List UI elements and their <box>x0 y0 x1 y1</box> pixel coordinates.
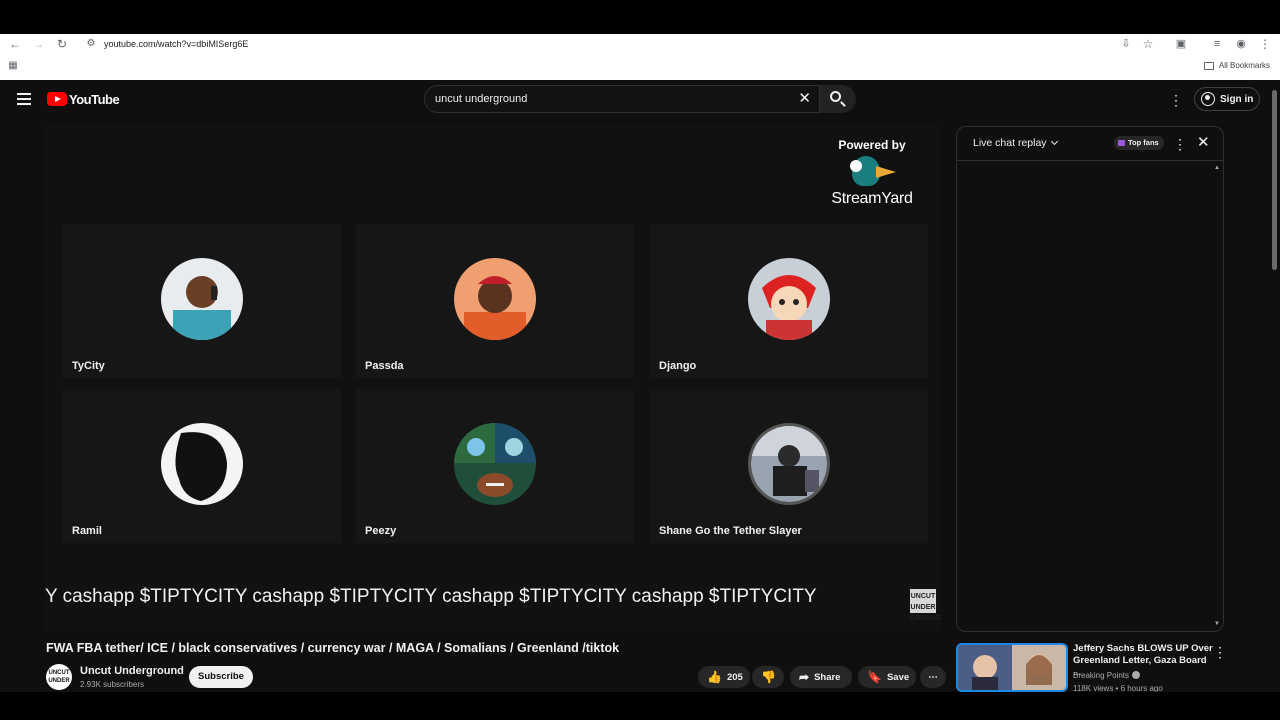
participant-tile: TyCity <box>63 224 341 378</box>
media-controls-icon[interactable]: ≡ <box>1210 36 1224 52</box>
youtube-logo[interactable]: YouTube <box>47 91 120 107</box>
menu-icon[interactable] <box>17 93 31 105</box>
participant-tile: Passda <box>356 224 634 378</box>
scroll-down-arrow-icon[interactable]: ▼ <box>1214 621 1220 627</box>
bookmark-icon: 🔖 <box>867 670 882 684</box>
subscriber-count: 2.93K subscribers <box>80 680 145 689</box>
participant-name: Shane Go the Tether Slayer <box>659 525 802 537</box>
close-chat-icon[interactable]: ✕ <box>1197 135 1210 150</box>
recommendation-more-icon[interactable]: ⋮ <box>1213 645 1227 659</box>
participant-avatar <box>454 423 536 505</box>
scrolling-ticker: Y cashapp $TIPTYCITY cashapp $TIPTYCITY … <box>45 586 817 607</box>
participant-tile: Shane Go the Tether Slayer <box>650 389 928 543</box>
all-bookmarks-link[interactable]: All Bookmarks <box>1219 59 1270 73</box>
share-label: Share <box>814 671 841 683</box>
like-count: 205 <box>726 671 743 683</box>
save-label: Save <box>886 671 910 683</box>
page-scrollbar[interactable] <box>1272 90 1277 270</box>
sign-in-label: Sign in <box>1220 93 1254 105</box>
browser-toolbar: ← → ↻ ⚙ youtube.com/watch?v=dbiMISerg6E … <box>0 36 1280 52</box>
live-chat-panel: Live chat replay Top fans ⋮ ✕ ▲ ▼ <box>956 126 1224 632</box>
search-button[interactable] <box>820 85 856 113</box>
reload-icon[interactable]: ↻ <box>55 36 69 52</box>
bookmark-star-icon[interactable]: ☆ <box>1141 36 1155 52</box>
folder-icon <box>1204 62 1214 70</box>
channel-avatar[interactable]: UNCUT UNDER <box>46 664 72 690</box>
chat-more-icon[interactable]: ⋮ <box>1173 137 1187 151</box>
streamyard-text: StreamYard <box>831 190 913 207</box>
browser-chrome: ← → ↻ ⚙ youtube.com/watch?v=dbiMISerg6E … <box>0 34 1280 80</box>
settings-more-icon[interactable]: ⋮ <box>1169 93 1183 107</box>
browser-menu-icon[interactable]: ⋮ <box>1258 36 1272 52</box>
recommendation-thumbnail[interactable] <box>956 643 1068 692</box>
participant-name: Peezy <box>365 525 397 537</box>
site-info-icon[interactable]: ⚙ <box>84 36 98 52</box>
video-title: FWA FBA tether/ ICE / black conservative… <box>46 641 620 655</box>
search-box[interactable]: uncut underground ✕ <box>424 85 820 113</box>
apps-grid-icon[interactable]: ▦ <box>6 58 20 74</box>
video-player[interactable]: Powered by StreamYard TyCity Passda Djan… <box>45 124 941 632</box>
duck-beak <box>876 166 896 178</box>
verified-icon <box>1132 671 1141 679</box>
chevron-down-icon <box>1050 137 1058 146</box>
install-icon[interactable]: ⇩ <box>1119 36 1133 52</box>
powered-by-label: Powered by <box>838 138 906 152</box>
participant-name: Django <box>659 360 697 372</box>
subscribe-button[interactable]: Subscribe <box>189 666 253 688</box>
channel-name[interactable]: Uncut Underground <box>80 665 184 677</box>
thumbs-down-icon: 👎 <box>761 670 776 684</box>
chat-title-label: Live chat replay <box>973 137 1047 149</box>
participant-avatar <box>161 423 243 505</box>
masthead: YouTube uncut underground ✕ ⋮ Sign in <box>0 80 1280 124</box>
dislike-button[interactable]: 👎 <box>752 666 784 688</box>
screen-bottom-bar <box>0 692 1280 720</box>
logo-text: YouTube <box>69 91 120 107</box>
clear-search-icon[interactable]: ✕ <box>798 90 811 108</box>
address-bar[interactable]: youtube.com/watch?v=dbiMISerg6E <box>104 37 248 51</box>
profile-icon[interactable]: ◉ <box>1234 36 1248 52</box>
more-horizontal-icon: ⋯ <box>928 671 938 683</box>
chat-header: Live chat replay Top fans ⋮ ✕ <box>957 127 1223 161</box>
chat-mode-dropdown[interactable]: Live chat replay <box>973 137 1058 149</box>
sign-in-button[interactable]: Sign in <box>1194 87 1260 111</box>
powered-by-badge: Powered by StreamYard <box>824 138 920 212</box>
participant-tile: Ramil <box>63 389 341 543</box>
participant-avatar <box>748 423 830 505</box>
participant-tile: Django <box>650 224 928 378</box>
share-button[interactable]: ➦ Share <box>790 666 852 688</box>
search-input[interactable]: uncut underground <box>435 93 527 105</box>
back-icon[interactable]: ← <box>8 36 22 52</box>
account-icon <box>1201 92 1215 106</box>
participant-name: Ramil <box>72 525 102 537</box>
share-icon: ➦ <box>799 670 810 684</box>
thumbs-up-icon: 👍 <box>707 670 722 684</box>
like-button[interactable]: 👍 205 <box>698 666 750 688</box>
channel-watermark[interactable]: UNCUT UNDER GROUND <box>910 589 941 622</box>
scroll-up-arrow-icon[interactable]: ▲ <box>1214 165 1220 171</box>
screen-top-bar <box>0 0 1280 34</box>
youtube-page: YouTube uncut underground ✕ ⋮ Sign in Po… <box>0 80 1280 693</box>
streamyard-logo: StreamYard <box>824 156 920 212</box>
participant-avatar <box>748 258 830 340</box>
participant-avatar <box>161 258 243 340</box>
more-actions-button[interactable]: ⋯ <box>920 666 946 688</box>
participant-name: Passda <box>365 360 404 372</box>
recommendation-channel-name: Breaking Points <box>1073 671 1130 680</box>
participant-name: TyCity <box>72 360 105 372</box>
bookmarks-bar: ▦ All Bookmarks <box>0 58 1280 74</box>
participant-avatar <box>454 258 536 340</box>
top-fans-badge[interactable]: Top fans <box>1114 136 1164 150</box>
save-button[interactable]: 🔖 Save <box>858 666 916 688</box>
search-icon <box>830 91 841 102</box>
participant-tile: Peezy <box>356 389 634 543</box>
play-logo-icon <box>47 92 67 106</box>
forward-icon[interactable]: → <box>31 36 45 52</box>
extensions-icon[interactable]: ▣ <box>1174 36 1188 52</box>
recommendation-channel[interactable]: Breaking Points <box>1073 671 1141 680</box>
